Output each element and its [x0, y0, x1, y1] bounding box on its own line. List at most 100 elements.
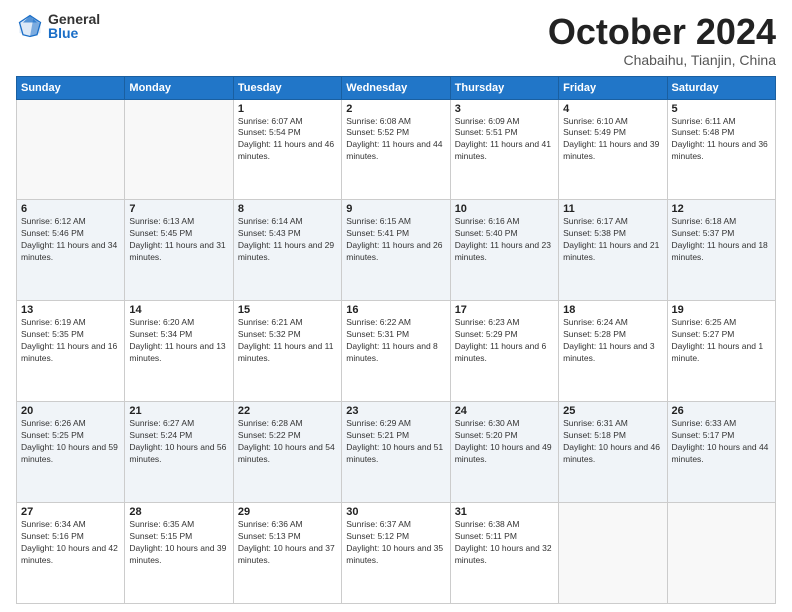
calendar-cell: 25Sunrise: 6:31 AM Sunset: 5:18 PM Dayli…	[559, 402, 667, 503]
day-info: Sunrise: 6:07 AM Sunset: 5:54 PM Dayligh…	[238, 116, 337, 164]
day-number: 5	[672, 103, 771, 115]
day-info: Sunrise: 6:30 AM Sunset: 5:20 PM Dayligh…	[455, 418, 554, 466]
day-number: 27	[21, 506, 120, 518]
day-info: Sunrise: 6:23 AM Sunset: 5:29 PM Dayligh…	[455, 317, 554, 365]
day-number: 23	[346, 405, 445, 417]
weekday-header-saturday: Saturday	[667, 76, 775, 99]
day-number: 9	[346, 203, 445, 215]
day-number: 3	[455, 103, 554, 115]
day-info: Sunrise: 6:25 AM Sunset: 5:27 PM Dayligh…	[672, 317, 771, 365]
calendar-cell: 7Sunrise: 6:13 AM Sunset: 5:45 PM Daylig…	[125, 200, 233, 301]
day-info: Sunrise: 6:36 AM Sunset: 5:13 PM Dayligh…	[238, 519, 337, 567]
page: General Blue October 2024 Chabaihu, Tian…	[0, 0, 792, 612]
calendar-cell: 5Sunrise: 6:11 AM Sunset: 5:48 PM Daylig…	[667, 99, 775, 200]
calendar-cell: 24Sunrise: 6:30 AM Sunset: 5:20 PM Dayli…	[450, 402, 558, 503]
location: Chabaihu, Tianjin, China	[548, 52, 776, 68]
day-info: Sunrise: 6:17 AM Sunset: 5:38 PM Dayligh…	[563, 216, 662, 264]
day-number: 4	[563, 103, 662, 115]
day-number: 25	[563, 405, 662, 417]
calendar-cell	[667, 503, 775, 604]
calendar-cell: 1Sunrise: 6:07 AM Sunset: 5:54 PM Daylig…	[233, 99, 341, 200]
day-info: Sunrise: 6:16 AM Sunset: 5:40 PM Dayligh…	[455, 216, 554, 264]
day-info: Sunrise: 6:24 AM Sunset: 5:28 PM Dayligh…	[563, 317, 662, 365]
calendar-cell: 4Sunrise: 6:10 AM Sunset: 5:49 PM Daylig…	[559, 99, 667, 200]
weekday-header-thursday: Thursday	[450, 76, 558, 99]
calendar-cell	[17, 99, 125, 200]
day-info: Sunrise: 6:31 AM Sunset: 5:18 PM Dayligh…	[563, 418, 662, 466]
weekday-header-friday: Friday	[559, 76, 667, 99]
day-info: Sunrise: 6:12 AM Sunset: 5:46 PM Dayligh…	[21, 216, 120, 264]
day-info: Sunrise: 6:09 AM Sunset: 5:51 PM Dayligh…	[455, 116, 554, 164]
calendar-cell: 6Sunrise: 6:12 AM Sunset: 5:46 PM Daylig…	[17, 200, 125, 301]
day-number: 29	[238, 506, 337, 518]
calendar-cell: 29Sunrise: 6:36 AM Sunset: 5:13 PM Dayli…	[233, 503, 341, 604]
day-info: Sunrise: 6:35 AM Sunset: 5:15 PM Dayligh…	[129, 519, 228, 567]
day-info: Sunrise: 6:38 AM Sunset: 5:11 PM Dayligh…	[455, 519, 554, 567]
day-info: Sunrise: 6:22 AM Sunset: 5:31 PM Dayligh…	[346, 317, 445, 365]
day-info: Sunrise: 6:13 AM Sunset: 5:45 PM Dayligh…	[129, 216, 228, 264]
day-number: 31	[455, 506, 554, 518]
weekday-header-tuesday: Tuesday	[233, 76, 341, 99]
week-row-2: 6Sunrise: 6:12 AM Sunset: 5:46 PM Daylig…	[17, 200, 776, 301]
calendar-cell: 20Sunrise: 6:26 AM Sunset: 5:25 PM Dayli…	[17, 402, 125, 503]
calendar-cell: 18Sunrise: 6:24 AM Sunset: 5:28 PM Dayli…	[559, 301, 667, 402]
calendar-cell: 13Sunrise: 6:19 AM Sunset: 5:35 PM Dayli…	[17, 301, 125, 402]
day-info: Sunrise: 6:34 AM Sunset: 5:16 PM Dayligh…	[21, 519, 120, 567]
calendar-cell: 16Sunrise: 6:22 AM Sunset: 5:31 PM Dayli…	[342, 301, 450, 402]
day-number: 11	[563, 203, 662, 215]
day-info: Sunrise: 6:19 AM Sunset: 5:35 PM Dayligh…	[21, 317, 120, 365]
day-info: Sunrise: 6:15 AM Sunset: 5:41 PM Dayligh…	[346, 216, 445, 264]
calendar-cell: 30Sunrise: 6:37 AM Sunset: 5:12 PM Dayli…	[342, 503, 450, 604]
calendar-cell: 8Sunrise: 6:14 AM Sunset: 5:43 PM Daylig…	[233, 200, 341, 301]
day-number: 13	[21, 304, 120, 316]
calendar-cell: 27Sunrise: 6:34 AM Sunset: 5:16 PM Dayli…	[17, 503, 125, 604]
calendar-cell: 19Sunrise: 6:25 AM Sunset: 5:27 PM Dayli…	[667, 301, 775, 402]
logo-general-text: General	[48, 12, 100, 26]
month-title: October 2024	[548, 12, 776, 52]
day-info: Sunrise: 6:28 AM Sunset: 5:22 PM Dayligh…	[238, 418, 337, 466]
calendar: SundayMondayTuesdayWednesdayThursdayFrid…	[16, 76, 776, 604]
weekday-header-row: SundayMondayTuesdayWednesdayThursdayFrid…	[17, 76, 776, 99]
calendar-cell: 9Sunrise: 6:15 AM Sunset: 5:41 PM Daylig…	[342, 200, 450, 301]
day-number: 12	[672, 203, 771, 215]
day-info: Sunrise: 6:14 AM Sunset: 5:43 PM Dayligh…	[238, 216, 337, 264]
logo-blue-text: Blue	[48, 26, 100, 40]
day-info: Sunrise: 6:27 AM Sunset: 5:24 PM Dayligh…	[129, 418, 228, 466]
day-number: 17	[455, 304, 554, 316]
day-info: Sunrise: 6:33 AM Sunset: 5:17 PM Dayligh…	[672, 418, 771, 466]
day-number: 10	[455, 203, 554, 215]
day-number: 6	[21, 203, 120, 215]
weekday-header-wednesday: Wednesday	[342, 76, 450, 99]
day-number: 24	[455, 405, 554, 417]
calendar-cell: 14Sunrise: 6:20 AM Sunset: 5:34 PM Dayli…	[125, 301, 233, 402]
calendar-cell: 28Sunrise: 6:35 AM Sunset: 5:15 PM Dayli…	[125, 503, 233, 604]
logo-icon	[16, 12, 44, 40]
weekday-header-monday: Monday	[125, 76, 233, 99]
calendar-cell: 23Sunrise: 6:29 AM Sunset: 5:21 PM Dayli…	[342, 402, 450, 503]
day-number: 22	[238, 405, 337, 417]
logo: General Blue	[16, 12, 100, 40]
day-number: 8	[238, 203, 337, 215]
day-number: 7	[129, 203, 228, 215]
calendar-cell: 11Sunrise: 6:17 AM Sunset: 5:38 PM Dayli…	[559, 200, 667, 301]
day-number: 19	[672, 304, 771, 316]
calendar-cell: 15Sunrise: 6:21 AM Sunset: 5:32 PM Dayli…	[233, 301, 341, 402]
day-number: 26	[672, 405, 771, 417]
calendar-cell: 26Sunrise: 6:33 AM Sunset: 5:17 PM Dayli…	[667, 402, 775, 503]
calendar-cell: 21Sunrise: 6:27 AM Sunset: 5:24 PM Dayli…	[125, 402, 233, 503]
calendar-cell	[125, 99, 233, 200]
title-block: October 2024 Chabaihu, Tianjin, China	[548, 12, 776, 68]
day-number: 1	[238, 103, 337, 115]
day-info: Sunrise: 6:18 AM Sunset: 5:37 PM Dayligh…	[672, 216, 771, 264]
week-row-3: 13Sunrise: 6:19 AM Sunset: 5:35 PM Dayli…	[17, 301, 776, 402]
day-info: Sunrise: 6:20 AM Sunset: 5:34 PM Dayligh…	[129, 317, 228, 365]
calendar-cell: 17Sunrise: 6:23 AM Sunset: 5:29 PM Dayli…	[450, 301, 558, 402]
day-number: 20	[21, 405, 120, 417]
day-number: 21	[129, 405, 228, 417]
day-number: 2	[346, 103, 445, 115]
calendar-cell: 12Sunrise: 6:18 AM Sunset: 5:37 PM Dayli…	[667, 200, 775, 301]
day-number: 14	[129, 304, 228, 316]
header: General Blue October 2024 Chabaihu, Tian…	[16, 12, 776, 68]
calendar-cell: 3Sunrise: 6:09 AM Sunset: 5:51 PM Daylig…	[450, 99, 558, 200]
day-info: Sunrise: 6:08 AM Sunset: 5:52 PM Dayligh…	[346, 116, 445, 164]
